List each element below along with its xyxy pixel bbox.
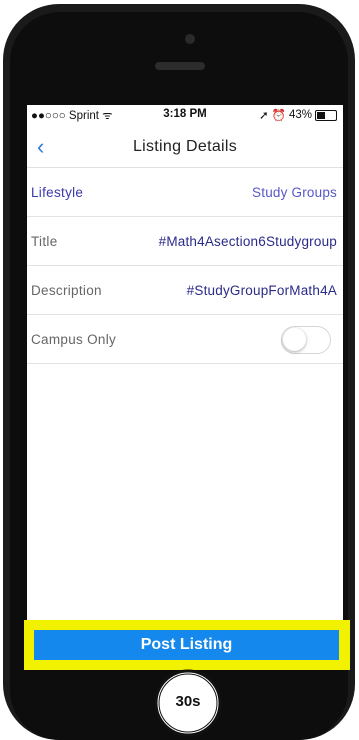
status-bar: ●●○○○ Sprint ᯤ 3:18 PM ➚ ⏰ 43% [27, 105, 343, 125]
row-campus-only: Campus Only [27, 315, 343, 364]
front-camera [185, 34, 195, 44]
status-right: ➚ ⏰ 43% [259, 108, 337, 122]
description-label: Description [31, 282, 102, 298]
volume-down-button [3, 240, 9, 288]
battery-icon [315, 109, 337, 121]
battery-fill [317, 111, 325, 119]
row-description[interactable]: Description #StudyGroupForMath4A [27, 266, 343, 315]
navigation-bar: ‹ Listing Details [27, 127, 343, 168]
mute-switch [3, 116, 9, 146]
timer-label: 30s [175, 693, 201, 710]
volume-up-button [3, 176, 9, 224]
campus-only-toggle[interactable] [281, 326, 331, 354]
campus-only-label: Campus Only [31, 331, 117, 347]
title-value: #Math4Asection6Studygroup [158, 233, 337, 249]
row-title[interactable]: Title #Math4Asection6Studygroup [27, 217, 343, 266]
alarm-icon: ⏰ [271, 110, 286, 122]
description-value: #StudyGroupForMath4A [186, 282, 337, 298]
title-label: Title [31, 233, 58, 249]
battery-percent: 43% [288, 109, 312, 121]
row-lifestyle[interactable]: Lifestyle Study Groups [27, 168, 343, 217]
page-title: Listing Details [132, 138, 238, 155]
earpiece-speaker [155, 62, 205, 70]
toggle-knob [283, 328, 306, 351]
lifestyle-label: Lifestyle [31, 184, 84, 200]
app-screen: ●●○○○ Sprint ᯤ 3:18 PM ➚ ⏰ 43% ‹ Listing… [27, 105, 343, 625]
location-arrow-icon: ➚ [259, 110, 269, 122]
lifestyle-value: Study Groups [252, 184, 337, 200]
post-listing-button[interactable]: Post Listing [34, 630, 339, 660]
